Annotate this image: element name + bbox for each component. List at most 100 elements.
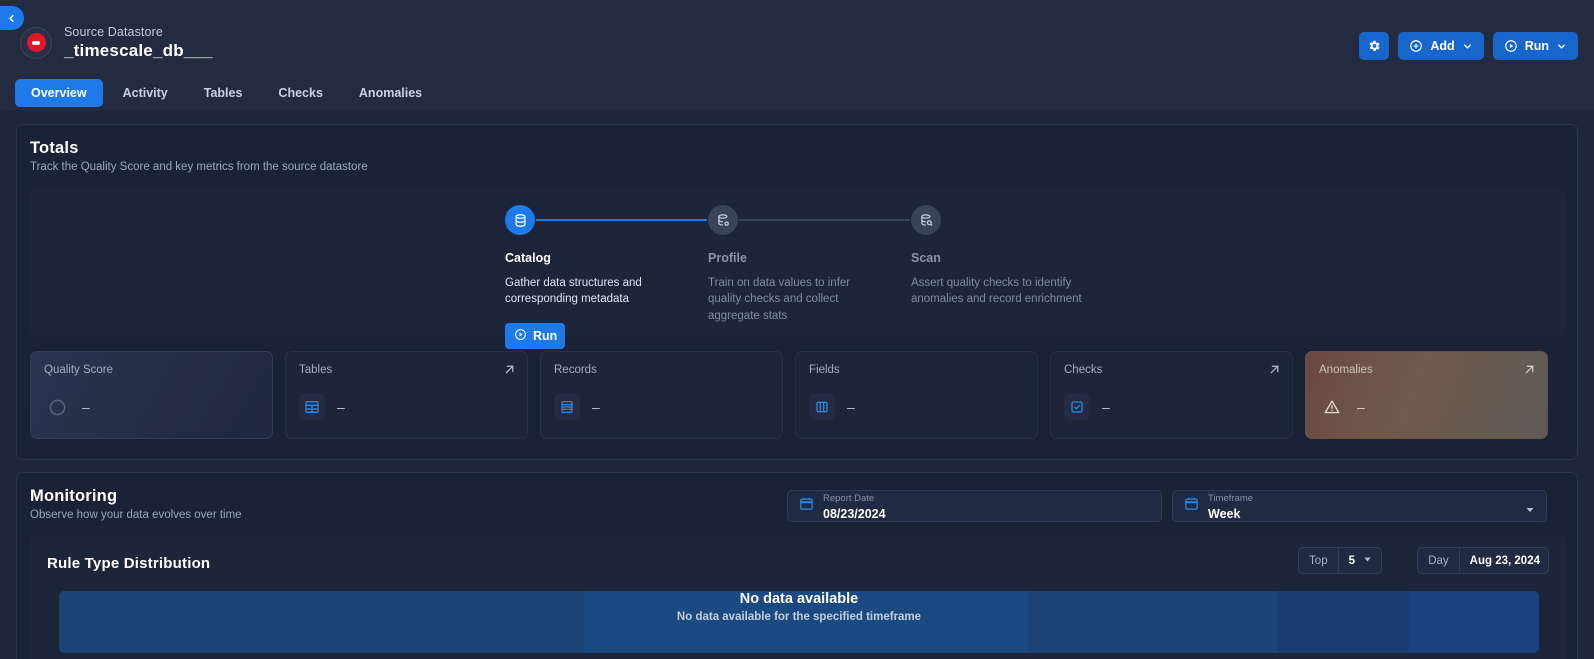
- metric-label: Tables: [299, 364, 333, 376]
- play-circle-icon: [1504, 39, 1518, 53]
- report-date-value: 08/23/2024: [823, 507, 886, 521]
- metric-label: Records: [554, 364, 597, 376]
- totals-title: Totals: [30, 139, 79, 157]
- play-circle-icon: [514, 328, 527, 344]
- tab-overview[interactable]: Overview: [15, 79, 103, 107]
- step-connector: [739, 219, 910, 221]
- metric-label: Anomalies: [1319, 364, 1373, 376]
- metric-value: –: [337, 399, 345, 415]
- arrow-up-right-icon[interactable]: [1523, 363, 1536, 376]
- chevron-left-icon: [6, 13, 17, 24]
- oracle-logo-icon: [20, 26, 52, 59]
- totals-panel: Totals Track the Quality Score and key m…: [16, 124, 1578, 460]
- timeframe-value: Week: [1208, 507, 1241, 521]
- plus-circle-icon: [1409, 39, 1423, 53]
- datastore-identity: Source Datastore _timescale_db___: [20, 25, 213, 61]
- top-n-key: Top: [1309, 554, 1328, 567]
- metric-label: Fields: [809, 364, 840, 376]
- header-actions: Add Run: [1359, 32, 1578, 60]
- totals-subtitle: Track the Quality Score and key metrics …: [30, 161, 368, 173]
- pipeline-stepper: Catalog Gather data structures and corre…: [505, 205, 1114, 349]
- step-scan[interactable]: Scan Assert quality checks to identify a…: [911, 205, 1114, 349]
- day-control[interactable]: Day Aug 23, 2024: [1417, 547, 1549, 574]
- datastore-name: _timescale_db___: [64, 41, 213, 61]
- totals-header: Totals Track the Quality Score and key m…: [30, 139, 368, 173]
- top-n-value-wrap[interactable]: 5: [1339, 548, 1381, 573]
- catalog-run-label: Run: [533, 328, 558, 343]
- catalog-run-button[interactable]: Run: [505, 322, 565, 349]
- step-profile-description: Train on data values to infer quality ch…: [708, 277, 851, 322]
- page-header: Source Datastore _timescale_db___ Overvi…: [0, 0, 1594, 110]
- step-scan-description: Assert quality checks to identify anomal…: [911, 277, 1082, 306]
- chevron-down-icon: [1462, 41, 1473, 52]
- datastore-kicker: Source Datastore: [64, 25, 163, 39]
- monitoring-subtitle: Observe how your data evolves over time: [30, 509, 242, 521]
- chevron-down-icon: [1362, 554, 1373, 568]
- back-button[interactable]: [0, 6, 24, 30]
- metric-card-tables[interactable]: Tables –: [285, 351, 528, 439]
- metric-card-anomalies[interactable]: Anomalies –: [1305, 351, 1548, 439]
- step-scan-label: Scan: [911, 251, 941, 265]
- chart-title: Rule Type Distribution: [47, 555, 211, 572]
- chart-band: [1408, 591, 1539, 653]
- metric-value: –: [1102, 399, 1110, 415]
- table-icon: [299, 394, 325, 420]
- monitoring-panel: Monitoring Observe how your data evolves…: [16, 472, 1578, 659]
- settings-button[interactable]: [1359, 32, 1390, 60]
- columns-icon: [809, 394, 835, 420]
- metric-value: –: [847, 399, 855, 415]
- run-button[interactable]: Run: [1492, 32, 1578, 60]
- chevron-down-icon[interactable]: [1524, 503, 1536, 521]
- step-catalog[interactable]: Catalog Gather data structures and corre…: [505, 205, 708, 349]
- step-catalog-label: Catalog: [505, 251, 551, 265]
- warning-triangle-icon: [1319, 394, 1345, 420]
- rows-icon: [554, 394, 580, 420]
- metric-card-row: Quality Score – Tables – Records – Field…: [30, 351, 1548, 439]
- chart-band: [584, 591, 1029, 653]
- monitoring-header: Monitoring Observe how your data evolves…: [30, 487, 242, 521]
- database-search-icon: [911, 205, 941, 235]
- metric-card-quality-score[interactable]: Quality Score –: [30, 351, 273, 439]
- chart-band: [1028, 591, 1278, 653]
- step-catalog-description: Gather data structures and corresponding…: [505, 277, 642, 306]
- tab-bar: Overview Activity Tables Checks Anomalie…: [15, 79, 438, 107]
- chevron-down-icon: [1556, 41, 1567, 52]
- rule-type-distribution-chart: Rule Type Distribution Top 5 Day Aug 23,…: [30, 535, 1566, 659]
- day-value: Aug 23, 2024: [1469, 554, 1540, 567]
- calendar-icon: [799, 496, 814, 516]
- report-date-label: Report Date: [823, 493, 875, 505]
- gear-icon: [1367, 39, 1381, 53]
- arrow-up-right-icon[interactable]: [503, 363, 516, 376]
- calendar-icon: [1184, 496, 1199, 516]
- arrow-up-right-icon[interactable]: [1268, 363, 1281, 376]
- metric-card-fields[interactable]: Fields –: [795, 351, 1038, 439]
- circle-gauge-icon: [44, 394, 70, 420]
- add-button[interactable]: Add: [1398, 32, 1484, 60]
- top-n-control[interactable]: Top 5: [1298, 547, 1382, 574]
- step-connector: [536, 219, 707, 221]
- chart-band: [1277, 591, 1409, 653]
- tab-tables[interactable]: Tables: [188, 79, 259, 107]
- step-profile[interactable]: Profile Train on data values to infer qu…: [708, 205, 911, 349]
- tab-anomalies[interactable]: Anomalies: [343, 79, 438, 107]
- top-n-value: 5: [1348, 554, 1355, 567]
- pipeline-stepper-container: Catalog Gather data structures and corre…: [30, 189, 1566, 349]
- chart-band: [59, 591, 585, 653]
- report-date-picker[interactable]: Report Date 08/23/2024: [787, 490, 1162, 522]
- timeframe-label: Timeframe: [1208, 493, 1254, 505]
- chart-placeholder-bands: [59, 591, 1539, 653]
- metric-label: Quality Score: [44, 364, 114, 376]
- metric-value: –: [1357, 399, 1365, 415]
- run-button-label: Run: [1524, 39, 1549, 53]
- day-key: Day: [1428, 554, 1449, 567]
- check-square-icon: [1064, 394, 1090, 420]
- metric-card-checks[interactable]: Checks –: [1050, 351, 1293, 439]
- metric-value: –: [592, 399, 600, 415]
- metric-label: Checks: [1064, 364, 1103, 376]
- monitoring-title: Monitoring: [30, 487, 118, 505]
- metric-card-records[interactable]: Records –: [540, 351, 783, 439]
- tab-activity[interactable]: Activity: [107, 79, 184, 107]
- add-button-label: Add: [1430, 39, 1455, 53]
- tab-checks[interactable]: Checks: [262, 79, 338, 107]
- timeframe-select[interactable]: Timeframe Week: [1172, 490, 1547, 522]
